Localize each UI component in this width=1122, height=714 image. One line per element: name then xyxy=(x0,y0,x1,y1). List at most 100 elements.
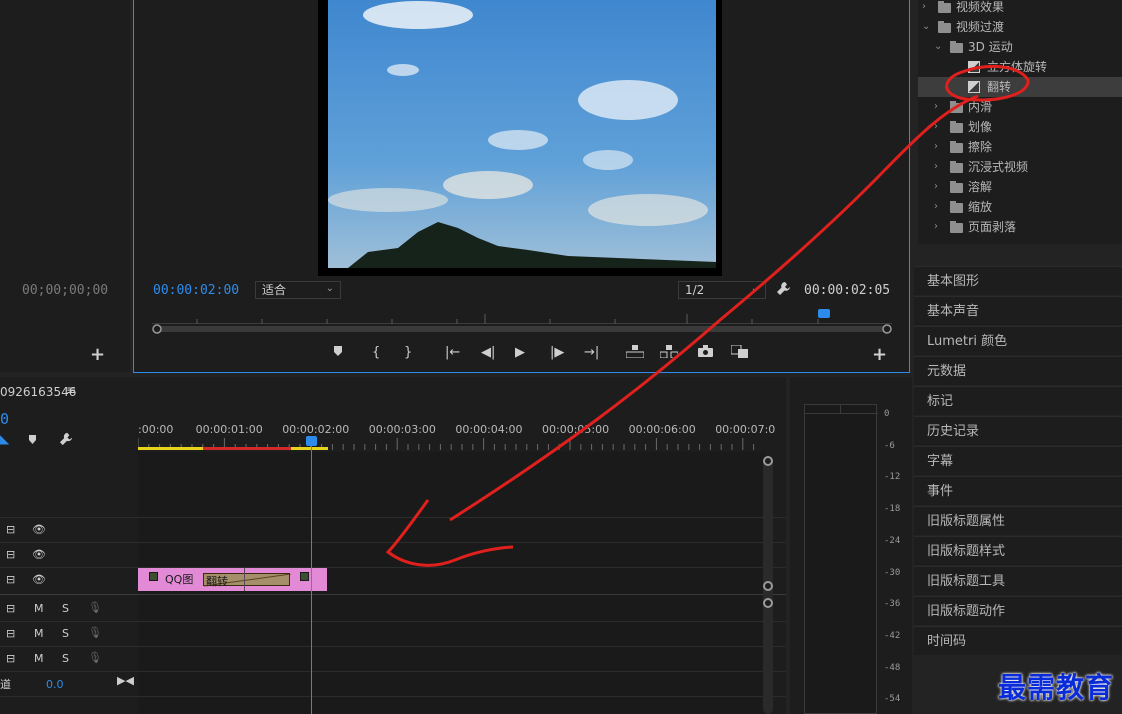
chevron-down-icon[interactable]: ⌄ xyxy=(922,17,932,37)
microphone-icon[interactable]: 🎙 xyxy=(88,626,102,639)
mute-button[interactable]: M xyxy=(34,602,44,615)
playback-resolution-select[interactable]: 1/2 ⌄ xyxy=(678,281,766,299)
panel-tab[interactable]: 旧版标题动作 xyxy=(914,596,1122,625)
chevron-right-icon[interactable]: › xyxy=(934,177,944,197)
eye-icon[interactable]: 👁 xyxy=(32,548,46,561)
mark-in-icon[interactable]: { xyxy=(372,345,380,360)
chevron-right-icon[interactable]: › xyxy=(934,217,944,237)
timeline-timecode[interactable]: 0 xyxy=(0,410,9,428)
solo-button[interactable]: S xyxy=(62,627,69,640)
panel-tab[interactable]: 时间码 xyxy=(914,626,1122,655)
comparison-view-icon[interactable] xyxy=(730,344,749,362)
extract-icon[interactable] xyxy=(659,345,679,362)
toggle-output-icon[interactable]: ⊟ xyxy=(6,652,15,665)
effects-tree-label: 内滑 xyxy=(968,100,993,114)
chevron-right-icon[interactable]: › xyxy=(934,197,944,217)
work-area-bar[interactable] xyxy=(138,447,328,450)
chevron-right-icon[interactable]: › xyxy=(934,137,944,157)
solo-button[interactable]: S xyxy=(62,602,69,615)
add-marker-icon[interactable] xyxy=(333,345,343,361)
effects-tree-item[interactable]: › 划像 xyxy=(918,117,1122,137)
zoom-fit-select[interactable]: 适合 ⌄ xyxy=(255,281,341,299)
effects-tree-label: 翻转 xyxy=(987,80,1012,94)
effects-tree-label: 视频效果 xyxy=(956,0,1005,14)
panel-tab[interactable]: 事件 xyxy=(914,476,1122,505)
go-to-in-icon[interactable]: |← xyxy=(445,345,460,360)
chevron-down-icon[interactable]: ⌄ xyxy=(934,37,944,57)
meter-channel-divider xyxy=(840,405,841,414)
chevron-right-icon[interactable]: › xyxy=(934,157,944,177)
panel-tab[interactable]: Lumetri 颜色 xyxy=(914,326,1122,355)
play-icon[interactable]: ▶ xyxy=(515,345,525,360)
panel-tab[interactable]: 旧版标题样式 xyxy=(914,536,1122,565)
source-timecode[interactable]: 00;00;00;00 xyxy=(22,283,108,298)
track-divider xyxy=(0,696,786,697)
solo-button[interactable]: S xyxy=(62,652,69,665)
step-back-icon[interactable]: ◀| xyxy=(481,345,495,360)
effects-tree-item[interactable]: › 沉浸式视频 xyxy=(918,157,1122,177)
step-forward-icon[interactable]: |▶ xyxy=(550,345,564,360)
scroll-handle-top[interactable] xyxy=(763,456,773,466)
mark-out-icon[interactable]: } xyxy=(404,345,412,360)
panel-tab[interactable]: 历史记录 xyxy=(914,416,1122,445)
folder-icon xyxy=(950,181,963,193)
panel-tab[interactable]: 旧版标题属性 xyxy=(914,506,1122,535)
go-to-end-icon[interactable]: ▶◀ xyxy=(117,674,134,687)
toggle-output-icon[interactable]: ⊟ xyxy=(6,627,15,640)
effects-tree-item[interactable]: 立方体旋转 xyxy=(918,57,1122,77)
panel-tab[interactable]: 旧版标题工具 xyxy=(914,566,1122,595)
effects-tree-item[interactable]: › 擦除 xyxy=(918,137,1122,157)
toggle-output-icon[interactable]: ⊟ xyxy=(6,602,15,615)
lift-icon[interactable] xyxy=(625,345,645,362)
timeline-ruler[interactable]: :00:00 00:00:01:00 00:00:02:00 00:00:03:00 0… xyxy=(138,423,775,437)
wrench-icon[interactable] xyxy=(59,432,73,449)
program-time-ruler[interactable] xyxy=(152,312,892,324)
add-marker-icon[interactable] xyxy=(28,434,37,448)
go-to-out-icon[interactable]: →| xyxy=(584,345,599,360)
mute-button[interactable]: M xyxy=(34,627,44,640)
effects-tree-item[interactable]: › 溶解 xyxy=(918,177,1122,197)
video-track-head: ⊟ 👁 xyxy=(0,518,137,542)
program-add-button[interactable]: + xyxy=(872,344,887,365)
edit-point[interactable] xyxy=(244,568,245,591)
effects-tree-item[interactable]: 翻转 xyxy=(918,77,1122,97)
microphone-icon[interactable]: 🎙 xyxy=(88,601,102,614)
snap-icon[interactable]: ◣ xyxy=(0,432,9,446)
eye-icon[interactable]: 👁 xyxy=(32,523,46,536)
program-current-timecode[interactable]: 00:00:02:00 xyxy=(153,283,239,298)
toggle-output-icon[interactable]: ⊟ xyxy=(6,548,15,561)
master-volume-value[interactable]: 0.0 xyxy=(46,678,64,691)
program-playhead[interactable] xyxy=(818,309,830,318)
sequence-tab-name[interactable]: 0926163546 xyxy=(0,385,76,399)
effects-tree-item[interactable]: › 缩放 xyxy=(918,197,1122,217)
panel-tab[interactable]: 字幕 xyxy=(914,446,1122,475)
eye-icon[interactable]: 👁 xyxy=(32,573,46,586)
camera-icon[interactable] xyxy=(698,345,713,361)
program-scroll-bar[interactable] xyxy=(152,324,892,334)
effects-tree-item[interactable]: ⌄ 3D 运动 xyxy=(918,37,1122,57)
chevron-right-icon[interactable]: › xyxy=(934,97,944,117)
effects-tree-item[interactable]: › 内滑 xyxy=(918,97,1122,117)
panel-tab[interactable]: 基本图形 xyxy=(914,266,1122,295)
source-add-button[interactable]: + xyxy=(90,344,105,365)
scroll-handle-audio[interactable] xyxy=(763,598,773,608)
effects-tree-item[interactable]: › 页面剥落 xyxy=(918,217,1122,237)
effects-tree-label: 3D 运动 xyxy=(968,40,1013,54)
mute-button[interactable]: M xyxy=(34,652,44,665)
toggle-output-icon[interactable]: ⊟ xyxy=(6,523,15,536)
panel-tab[interactable]: 标记 xyxy=(914,386,1122,415)
panel-tab[interactable]: 基本声音 xyxy=(914,296,1122,325)
panel-tab[interactable]: 元数据 xyxy=(914,356,1122,385)
effects-tree-item[interactable]: ⌄ 视频过渡 xyxy=(918,17,1122,37)
timeline-playhead-line[interactable] xyxy=(311,440,312,714)
chevron-right-icon[interactable]: › xyxy=(934,117,944,137)
chevron-right-icon[interactable]: › xyxy=(922,0,932,17)
wrench-icon[interactable] xyxy=(776,281,791,300)
ruler-label: 00:00:07:0 xyxy=(715,423,776,436)
menu-icon[interactable]: ≡ xyxy=(66,383,76,397)
scroll-handle-mid[interactable] xyxy=(763,581,773,591)
toggle-output-icon[interactable]: ⊟ xyxy=(6,573,15,586)
microphone-icon[interactable]: 🎙 xyxy=(88,651,102,664)
timeline-playhead[interactable] xyxy=(306,436,317,446)
effects-tree-item[interactable]: › 视频效果 xyxy=(918,0,1122,17)
